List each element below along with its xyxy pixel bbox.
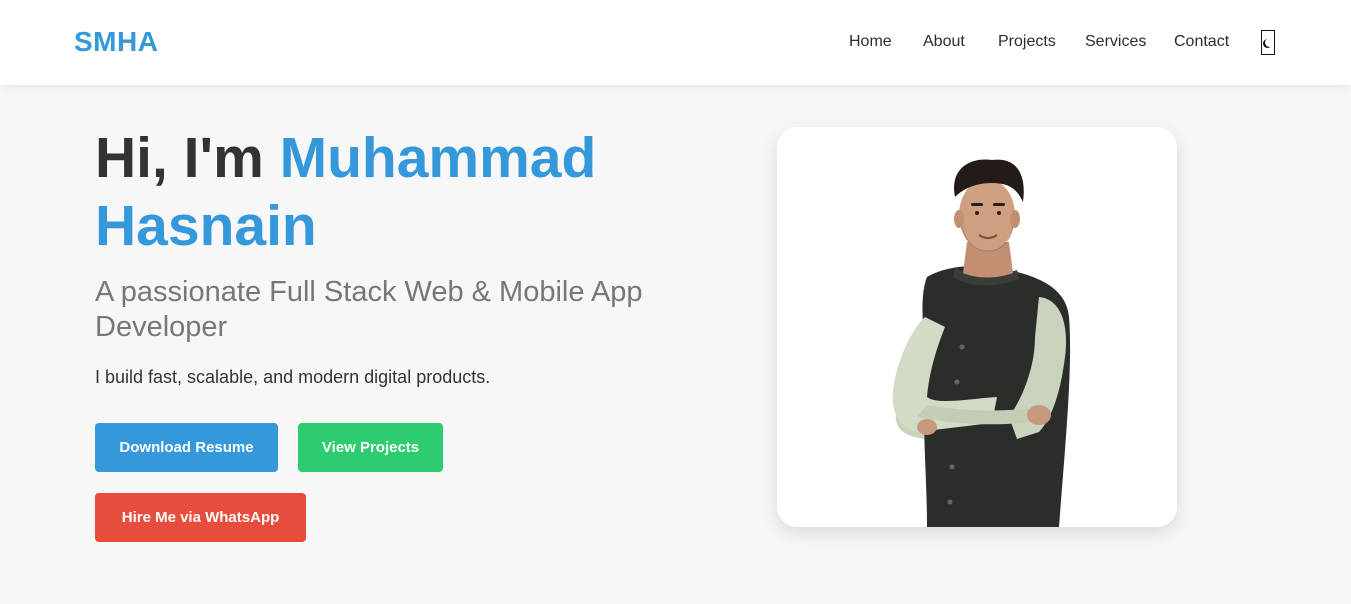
navbar: SMHA Home About Projects Services Contac… xyxy=(0,0,1351,85)
nav-link-contact[interactable]: Contact xyxy=(1174,33,1229,51)
profile-photo xyxy=(892,159,1071,527)
nav-link-about[interactable]: About xyxy=(923,33,965,51)
nav-link-services[interactable]: Services xyxy=(1085,33,1146,51)
moon-icon xyxy=(1265,38,1274,47)
profile-photo-card xyxy=(777,127,1177,527)
hero-title: Hi, I'm Muhammad Hasnain xyxy=(95,124,735,260)
site-logo[interactable]: SMHA xyxy=(74,26,158,58)
hire-whatsapp-button[interactable]: Hire Me via WhatsApp xyxy=(95,493,306,542)
hero-subtitle: A passionate Full Stack Web & Mobile App… xyxy=(95,276,643,343)
download-resume-button[interactable]: Download Resume xyxy=(95,423,278,472)
view-projects-button[interactable]: View Projects xyxy=(298,423,443,472)
hero-greeting: Hi, I'm xyxy=(95,126,264,190)
theme-toggle-button[interactable] xyxy=(1261,30,1275,55)
hero-description: I build fast, scalable, and modern digit… xyxy=(95,367,491,387)
nav-link-home[interactable]: Home xyxy=(849,33,892,51)
nav-link-projects[interactable]: Projects xyxy=(998,33,1056,51)
